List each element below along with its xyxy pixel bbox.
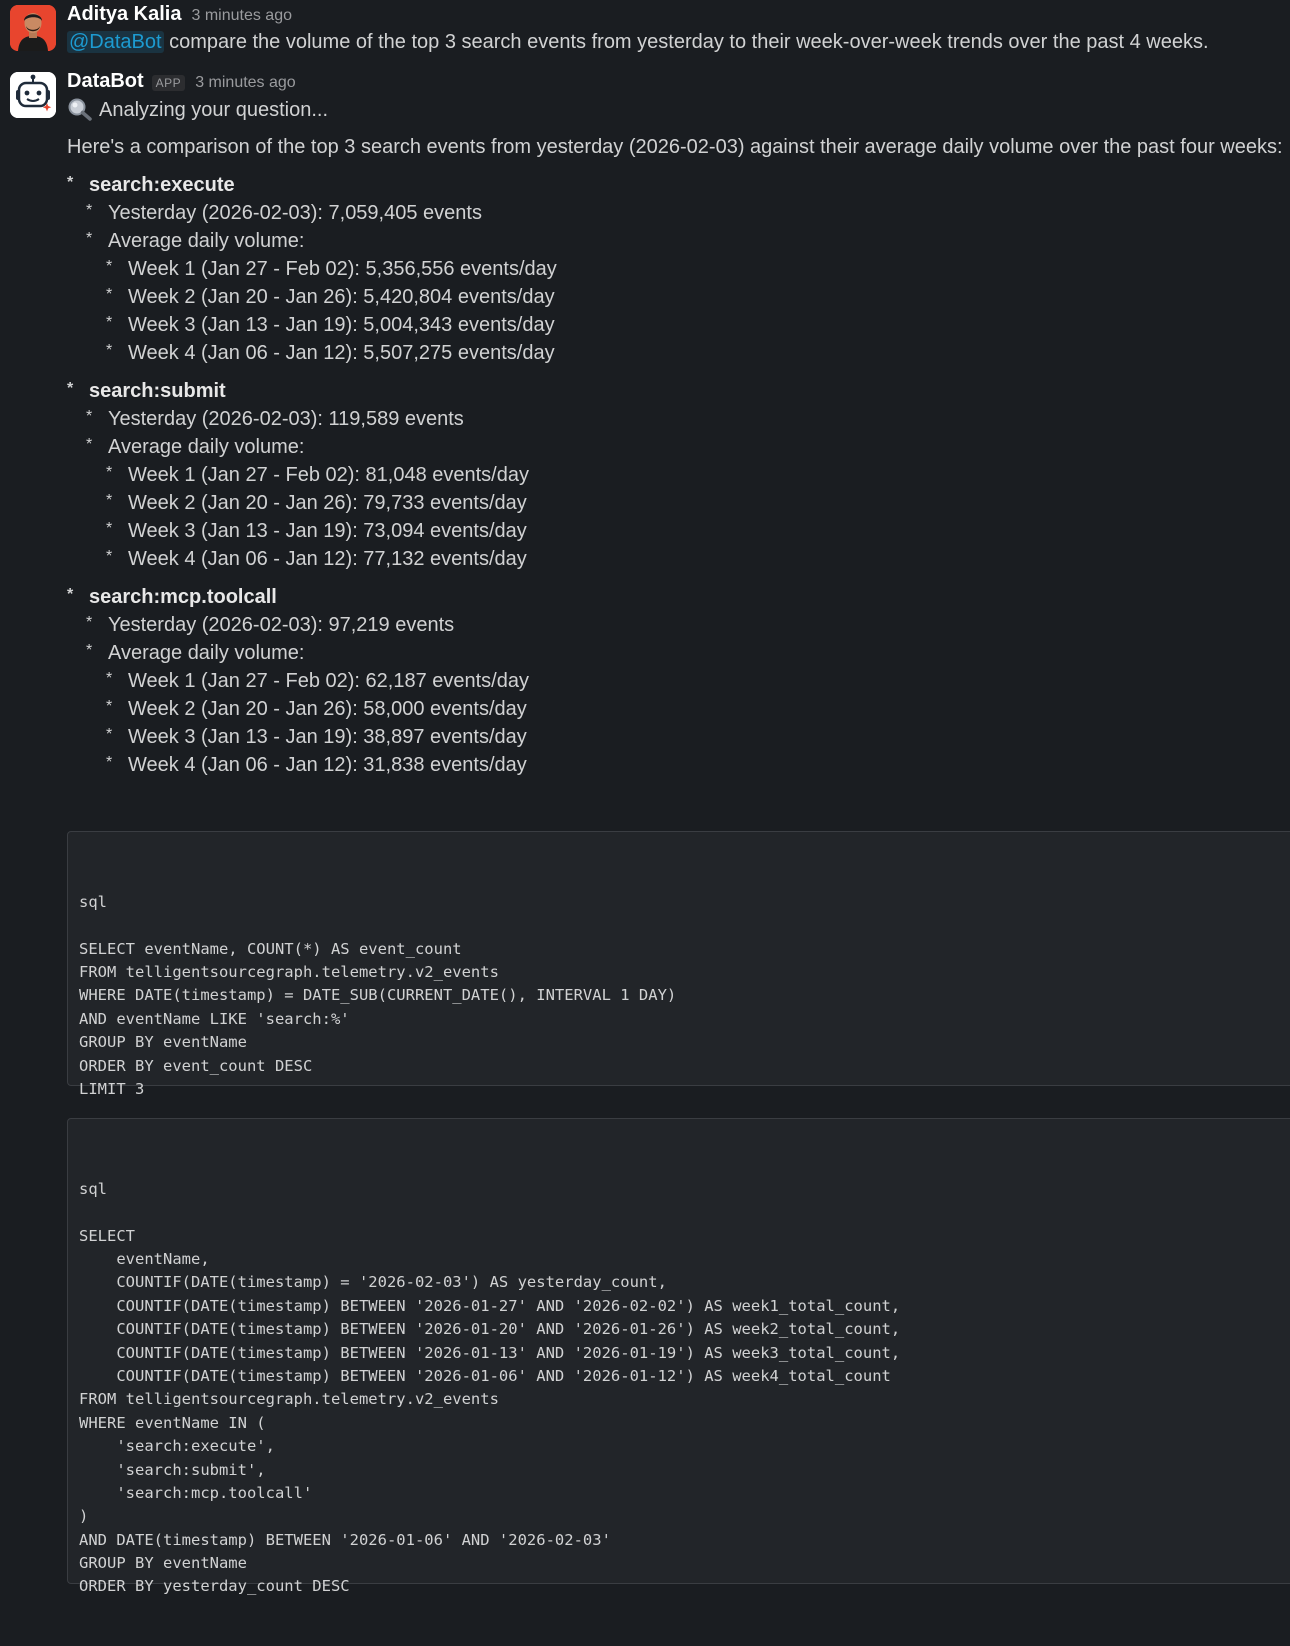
sql-code-block-2[interactable]: sql SELECT eventName, COUNTIF(DATE(timest… — [67, 1118, 1290, 1595]
bot-message-header: DataBot APP 3 minutes ago — [67, 70, 296, 93]
code-line: FROM telligentsourcegraph.telemetry.v2_e… — [79, 962, 499, 981]
code-line: COUNTIF(DATE(timestamp) BETWEEN '2026-01… — [79, 1320, 901, 1339]
code-line: GROUP BY eventName — [79, 1033, 247, 1052]
user-message-header: Aditya Kalia 3 minutes ago — [67, 3, 292, 26]
code-line: GROUP BY eventName — [79, 1554, 247, 1573]
code-line: WHERE DATE(timestamp) = DATE_SUB(CURRENT… — [79, 986, 677, 1005]
list-item: * Average daily volume: — [86, 436, 305, 458]
code-line: ) — [79, 1507, 89, 1526]
robot-icon — [10, 72, 56, 118]
list-item: * Week 3 (Jan 13 - Jan 19): 73,094 events… — [106, 520, 527, 542]
app-badge: APP — [151, 75, 186, 91]
code-line: SELECT — [79, 1226, 135, 1245]
list-item: * Week 1 (Jan 27 - Feb 02): 5,356,556 eve… — [106, 258, 557, 280]
code-line: COUNTIF(DATE(timestamp) = '2026-02-03') … — [79, 1273, 667, 1292]
bot-author-name[interactable]: DataBot — [67, 70, 144, 93]
user-timestamp[interactable]: 3 minutes ago — [191, 7, 292, 25]
bot-avatar[interactable] — [10, 72, 56, 118]
person-avatar-icon — [10, 5, 56, 51]
event-name: * search:mcp.toolcall — [67, 586, 277, 608]
sql-code-block-1[interactable]: sql SELECT eventName, COUNT(*) AS event_c… — [67, 831, 1290, 1098]
code-line: eventName, — [79, 1249, 210, 1268]
user-message-text: @DataBot compare the volume of the top 3… — [67, 31, 1209, 54]
list-item: * Week 4 (Jan 06 - Jan 12): 31,838 events… — [106, 754, 527, 776]
bot-intro-text: Here's a comparison of the top 3 search … — [67, 136, 1283, 158]
list-item: * Week 1 (Jan 27 - Feb 02): 62,187 events… — [106, 670, 529, 692]
bot-status-text: Analyzing your question... — [99, 99, 329, 121]
list-item: * Yesterday (2026-02-03): 97,219 events — [86, 614, 455, 636]
list-item: * Week 3 (Jan 13 - Jan 19): 5,004,343 eve… — [106, 314, 555, 336]
list-item: * Average daily volume: — [86, 230, 305, 252]
list-item: * Week 1 (Jan 27 - Feb 02): 81,048 events… — [106, 464, 529, 486]
code-line: WHERE eventName IN ( — [79, 1413, 266, 1432]
list-item: * Average daily volume: — [86, 642, 305, 664]
code-line: COUNTIF(DATE(timestamp) BETWEEN '2026-01… — [79, 1343, 901, 1362]
magnifying-glass-icon — [68, 98, 92, 121]
user-author-name[interactable]: Aditya Kalia — [67, 3, 181, 26]
list-item: * Week 2 (Jan 20 - Jan 26): 79,733 events… — [106, 492, 527, 514]
user-avatar[interactable] — [10, 5, 56, 51]
event-name: * search:execute — [67, 174, 235, 196]
code-line: LIMIT 3 — [79, 1079, 145, 1098]
list-item: * Week 3 (Jan 13 - Jan 19): 38,897 events… — [106, 726, 527, 748]
list-item: * Week 4 (Jan 06 - Jan 12): 77,132 events… — [106, 548, 527, 570]
list-item: * Yesterday (2026-02-03): 119,589 events — [86, 408, 464, 430]
code-line: ORDER BY yesterday_count DESC — [79, 1577, 350, 1596]
code-line: sql — [79, 1179, 107, 1198]
bot-status-line: Analyzing your question... — [67, 97, 328, 122]
code-line: AND DATE(timestamp) BETWEEN '2026-01-06'… — [79, 1530, 611, 1549]
code-line: 'search:mcp.toolcall' — [79, 1483, 313, 1502]
code-line: COUNTIF(DATE(timestamp) BETWEEN '2026-01… — [79, 1366, 891, 1385]
code-line: SELECT eventName, COUNT(*) AS event_coun… — [79, 939, 462, 958]
list-item: * Yesterday (2026-02-03): 7,059,405 event… — [86, 202, 482, 224]
user-message-body: compare the volume of the top 3 search e… — [163, 31, 1209, 53]
list-item: * Week 4 (Jan 06 - Jan 12): 5,507,275 eve… — [106, 342, 555, 364]
bot-timestamp[interactable]: 3 minutes ago — [195, 74, 296, 92]
event-name: * search:submit — [67, 380, 226, 402]
list-item: * Week 2 (Jan 20 - Jan 26): 5,420,804 eve… — [106, 286, 555, 308]
code-line: 'search:execute', — [79, 1437, 275, 1456]
databot-mention[interactable]: @DataBot — [67, 31, 164, 53]
code-line: FROM telligentsourcegraph.telemetry.v2_e… — [79, 1390, 499, 1409]
code-line: COUNTIF(DATE(timestamp) BETWEEN '2026-01… — [79, 1296, 901, 1315]
code-line: 'search:submit', — [79, 1460, 266, 1479]
list-item: * Week 2 (Jan 20 - Jan 26): 58,000 events… — [106, 698, 527, 720]
code-line: ORDER BY event_count DESC — [79, 1056, 313, 1075]
code-line: AND eventName LIKE 'search:%' — [79, 1009, 350, 1028]
code-line: sql — [79, 892, 107, 911]
